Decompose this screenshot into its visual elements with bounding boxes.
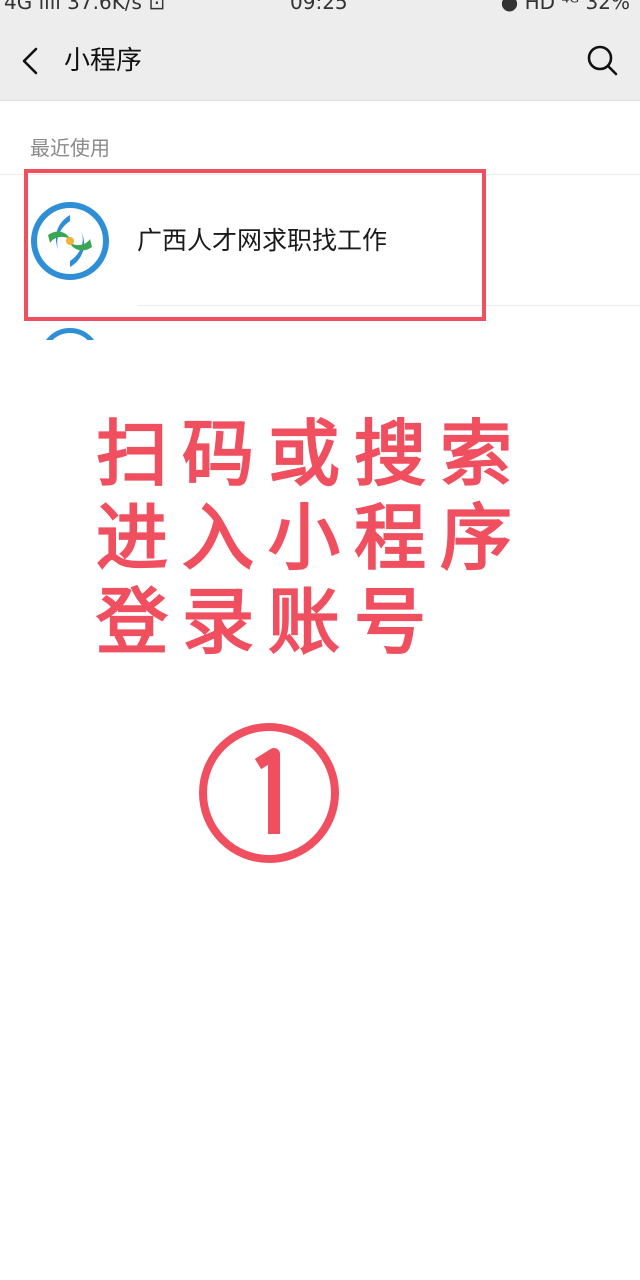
annotation-line: 登录账号 — [96, 580, 441, 664]
divider — [137, 305, 640, 306]
annotation-text: 扫码或搜索 进入小程序 登录账号 — [96, 412, 526, 664]
mini-program-item[interactable]: 广西人才网求职找工作 — [0, 175, 640, 306]
header: 小程序 — [0, 26, 640, 101]
chevron-left-icon — [22, 47, 38, 75]
back-button[interactable] — [14, 44, 48, 78]
screen: 4G ıııl 37.6K/s ⊡ 09:25 ● HD ⁴ᴳ 32% 小程序 … — [0, 0, 640, 1280]
search-button[interactable] — [584, 42, 620, 78]
step-number-badge — [198, 722, 340, 864]
status-time: 09:25 — [290, 0, 348, 14]
recent-section-label: 最近使用 — [30, 136, 110, 160]
next-item-icon-peek — [40, 328, 100, 340]
status-network: 4G ıııl 37.6K/s ⊡ — [4, 0, 166, 14]
annotation-line: 进入小程序 — [96, 496, 527, 580]
page-title: 小程序 — [64, 46, 143, 76]
status-bar: 4G ıııl 37.6K/s ⊡ 09:25 ● HD ⁴ᴳ 32% — [0, 0, 640, 26]
annotation-line: 扫码或搜索 — [96, 412, 527, 496]
mini-program-name: 广西人才网求职找工作 — [137, 226, 388, 255]
status-battery: ● HD ⁴ᴳ 32% — [500, 0, 630, 14]
search-icon — [587, 45, 618, 76]
mini-program-logo-icon — [30, 201, 110, 281]
